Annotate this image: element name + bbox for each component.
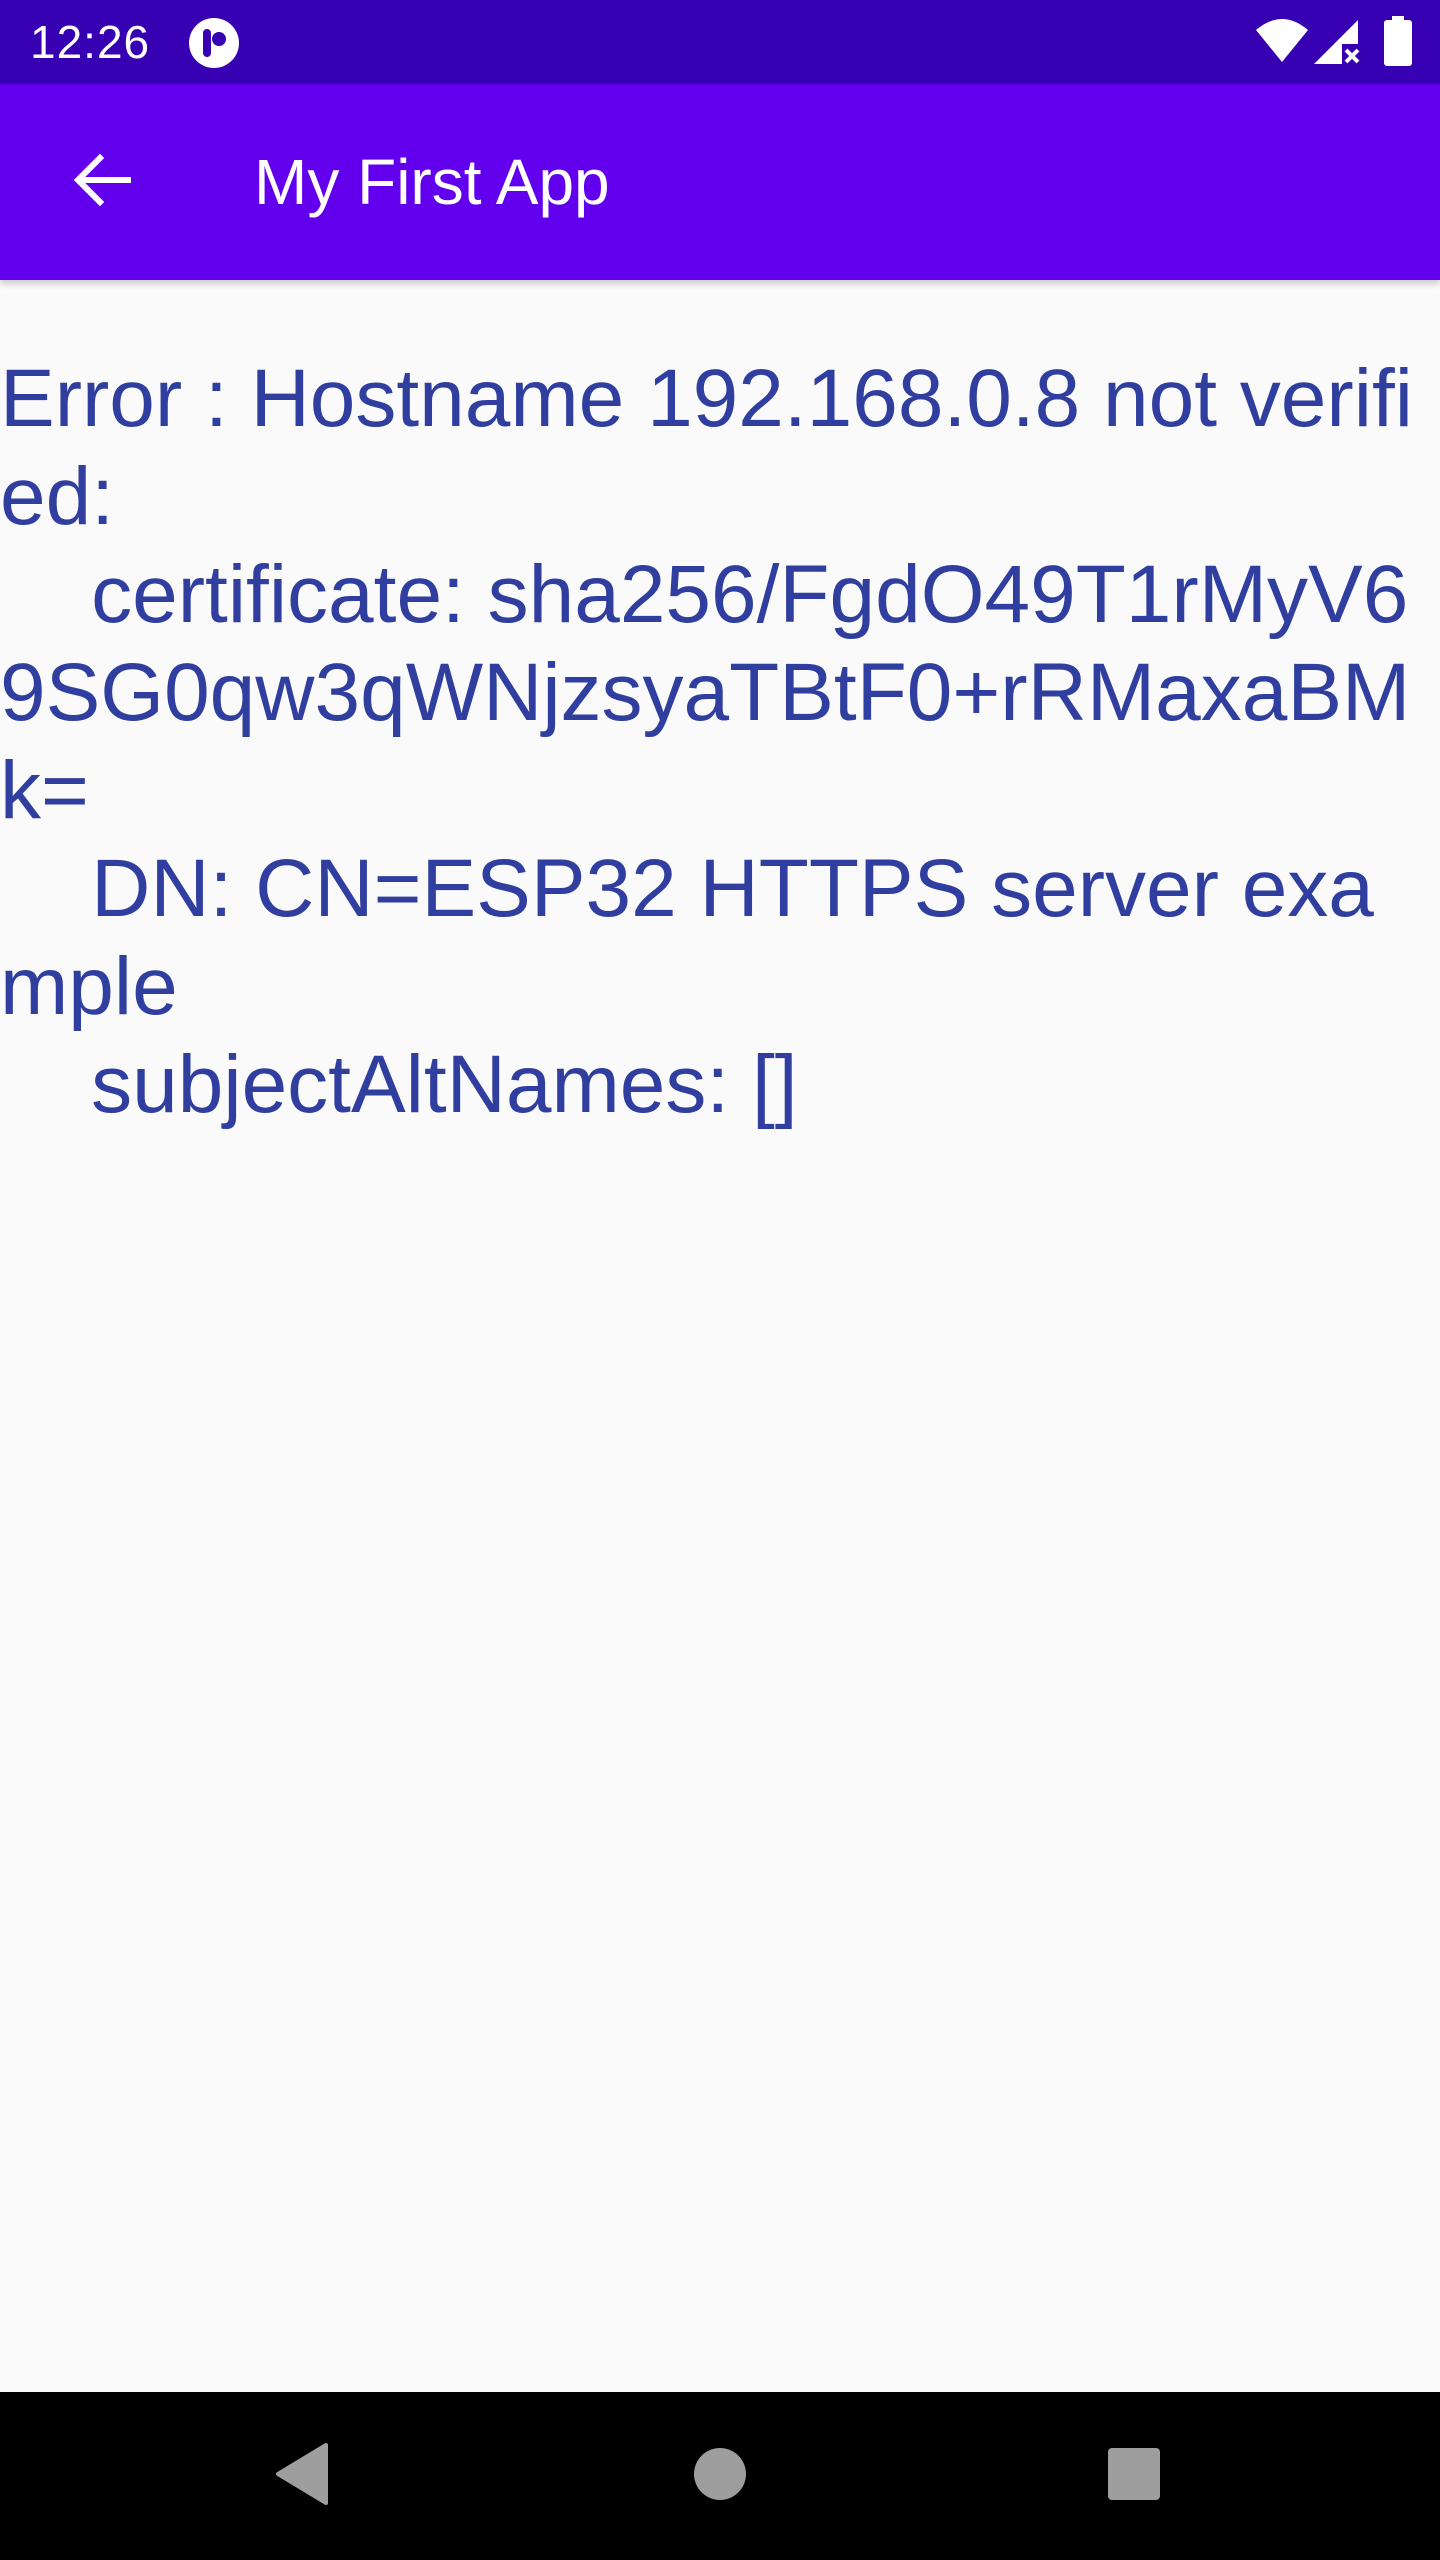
cell-signal-no-data-icon [1312,18,1362,66]
navigation-bar [0,2392,1440,2560]
home-circle-icon [692,2446,748,2507]
app-notification-icon [188,17,240,69]
screen: 12:26 My First App Error: Hostname 192.… [0,0,1440,2560]
error-message: Error : Hostname 192.168.0.8 not verifie… [0,353,1413,1130]
nav-home-button[interactable] [674,2430,766,2522]
app-title: My First App [254,146,610,218]
back-button[interactable] [46,126,158,238]
nav-back-button[interactable] [256,2430,348,2522]
nav-recents-button[interactable] [1088,2430,1180,2522]
recents-square-icon [1107,2447,1161,2506]
back-triangle-icon [272,2441,332,2512]
wifi-icon [1254,18,1310,64]
battery-icon [1384,16,1412,66]
status-bar: 12:26 [0,0,1440,84]
status-time: 12:26 [30,16,151,68]
app-bar: My First App [0,84,1440,280]
arrow-back-icon [70,148,134,217]
